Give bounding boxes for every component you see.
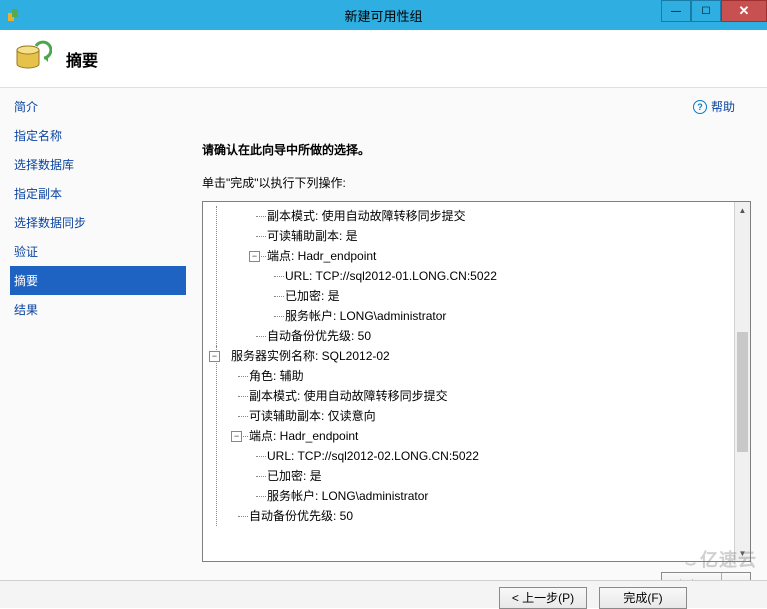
collapse-icon[interactable]: − <box>209 351 220 362</box>
tree-backup-priority-2: 自动备份优先级: 50 <box>231 506 728 526</box>
tree-service-account-2: 服务帐户: LONG\administrator <box>249 486 728 506</box>
tree-role-2: 角色: 辅助 <box>231 366 728 386</box>
minimize-button[interactable]: — <box>661 0 691 22</box>
nav-data-sync[interactable]: 选择数据同步 <box>10 208 190 237</box>
tree-endpoint-1[interactable]: − 端点: Hadr_endpoint URL: TCP://sql2012-0… <box>249 246 728 326</box>
scroll-thumb[interactable] <box>737 332 748 452</box>
help-bar: ? 帮助 <box>202 92 751 115</box>
nav-validation[interactable]: 验证 <box>10 237 190 266</box>
nav-specify-name[interactable]: 指定名称 <box>10 121 190 150</box>
page-title: 摘要 <box>66 47 98 71</box>
window-title: 新建可用性组 <box>344 6 422 25</box>
main-panel: ? 帮助 请确认在此向导中所做的选择。 单击"完成"以执行下列操作: 副本模式:… <box>190 88 767 608</box>
nav-summary[interactable]: 摘要 <box>10 266 186 295</box>
nav-intro[interactable]: 简介 <box>10 92 190 121</box>
nav-select-database[interactable]: 选择数据库 <box>10 150 190 179</box>
instruction-text: 单击"完成"以执行下列操作: <box>202 174 751 191</box>
wizard-nav: 简介 指定名称 选择数据库 指定副本 选择数据同步 验证 摘要 结果 <box>0 88 190 608</box>
app-icon <box>6 7 22 23</box>
wizard-footer: < 上一步(P) 完成(F) <box>0 580 767 608</box>
tree-replica-mode-1: 副本模式: 使用自动故障转移同步提交 <box>249 206 728 226</box>
tree-url-1: URL: TCP://sql2012-01.LONG.CN:5022 <box>267 266 728 286</box>
title-bar: 新建可用性组 — ☐ ✕ <box>0 0 767 30</box>
close-button[interactable]: ✕ <box>721 0 767 22</box>
collapse-icon[interactable]: − <box>249 251 260 262</box>
help-icon: ? <box>693 100 707 114</box>
tree-url-2: URL: TCP://sql2012-02.LONG.CN:5022 <box>249 446 728 466</box>
nav-specify-replica[interactable]: 指定副本 <box>10 179 190 208</box>
previous-button[interactable]: < 上一步(P) <box>499 587 587 609</box>
tree-endpoint-2[interactable]: − 端点: Hadr_endpoint URL: TCP://sql2012-0… <box>231 426 728 506</box>
tree-server-instance-2: 服务器实例名称: SQL2012-02 <box>231 349 390 363</box>
window-controls: — ☐ ✕ <box>661 0 767 22</box>
tree-service-account-1: 服务帐户: LONG\administrator <box>267 306 728 326</box>
tree-encrypted-2: 已加密: 是 <box>249 466 728 486</box>
instruction-heading: 请确认在此向导中所做的选择。 <box>202 141 751 158</box>
nav-results[interactable]: 结果 <box>10 295 190 324</box>
tree-encrypted-1: 已加密: 是 <box>267 286 728 306</box>
tree-backup-priority-1: 自动备份优先级: 50 <box>249 326 728 346</box>
summary-tree: 副本模式: 使用自动故障转移同步提交 可读辅助副本: 是 − 端点: Hadr_… <box>202 201 751 562</box>
tree-readable-secondary-2: 可读辅助副本: 仅读意向 <box>231 406 728 426</box>
tree-readable-secondary-1: 可读辅助副本: 是 <box>249 226 728 246</box>
scroll-up-arrow[interactable]: ▲ <box>735 202 750 218</box>
vertical-scrollbar[interactable]: ▲ ▼ <box>734 202 750 561</box>
collapse-icon[interactable]: − <box>231 431 242 442</box>
page-header: 摘要 <box>0 30 767 88</box>
help-link[interactable]: 帮助 <box>711 98 735 115</box>
database-icon <box>14 40 52 78</box>
maximize-button[interactable]: ☐ <box>691 0 721 22</box>
tree-replica-mode-2: 副本模式: 使用自动故障转移同步提交 <box>231 386 728 406</box>
scroll-down-arrow[interactable]: ▼ <box>735 545 750 561</box>
finish-button[interactable]: 完成(F) <box>599 587 687 609</box>
